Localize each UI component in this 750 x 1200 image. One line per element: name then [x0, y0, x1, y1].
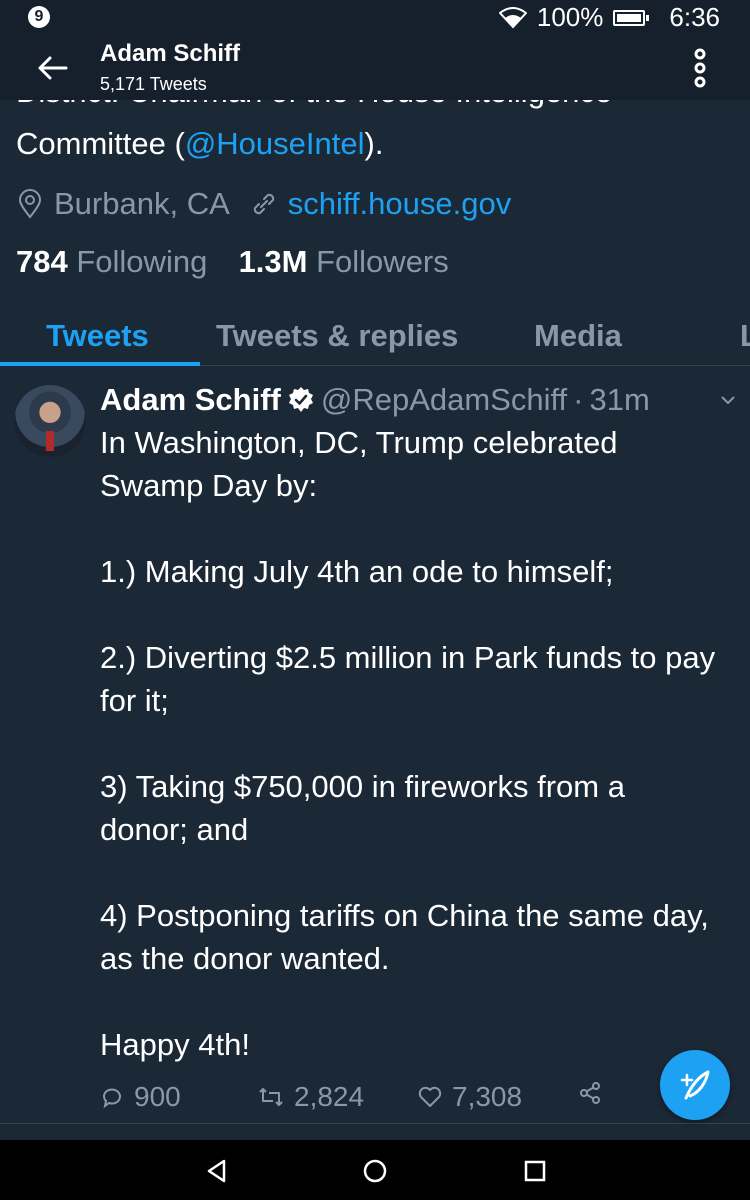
- heart-icon: [418, 1086, 442, 1107]
- tweet-paragraph: 2.) Diverting $2.5 million in Park funds…: [100, 640, 716, 718]
- nav-back-icon[interactable]: [204, 1158, 230, 1184]
- bio-line: Committee (@HouseIntel).: [16, 126, 383, 162]
- compose-feather-icon: [680, 1070, 710, 1100]
- tweet-paragraph: In Washington, DC, Trump celebrated Swam…: [100, 425, 618, 503]
- follow-counts: 784 Following 1.3M Followers: [16, 244, 449, 280]
- wifi-icon: [498, 6, 527, 28]
- tab-tweets-and-replies[interactable]: Tweets & replies: [216, 318, 458, 354]
- bio-mention-link[interactable]: @HouseIntel: [185, 126, 365, 161]
- compose-tweet-button[interactable]: [660, 1050, 730, 1120]
- reply-button[interactable]: 900: [100, 1081, 181, 1113]
- status-indicators: 100% 6:36: [498, 2, 720, 33]
- notification-count-badge: 9: [28, 6, 50, 28]
- system-nav-bar: [0, 1140, 750, 1200]
- tweet-item[interactable]: Adam Schiff @RepAdamSchiff · 31m In Wash…: [0, 366, 750, 1126]
- following-count[interactable]: 784: [16, 244, 68, 279]
- location-pin-icon: [18, 189, 42, 219]
- tab-tweets[interactable]: Tweets: [46, 318, 149, 354]
- tweet-actions: 900 2,824 7,308: [100, 1081, 620, 1121]
- chevron-down-icon[interactable]: [720, 394, 736, 406]
- separator-dot: ·: [573, 382, 584, 417]
- author-handle: @RepAdamSchiff: [320, 382, 568, 417]
- clock: 6:36: [669, 2, 720, 32]
- tweet-time: 31m: [589, 382, 650, 417]
- tab-media[interactable]: Media: [534, 318, 622, 354]
- following-label[interactable]: Following: [76, 244, 207, 279]
- like-button[interactable]: 7,308: [418, 1081, 522, 1113]
- more-options-icon[interactable]: [690, 46, 710, 90]
- tweet-paragraph: 4) Postponing tariffs on China the same …: [100, 898, 709, 976]
- nav-home-icon[interactable]: [362, 1158, 388, 1184]
- tweet-paragraph: 1.) Making July 4th an ode to himself;: [100, 554, 614, 589]
- profile-meta: Burbank, CA schiff.house.gov: [16, 186, 511, 222]
- reply-count: 900: [134, 1081, 181, 1112]
- retweet-icon: [259, 1088, 283, 1106]
- profile-title: Adam Schiff: [100, 40, 241, 67]
- tweet-count: 5,171 Tweets: [100, 74, 207, 94]
- bio-text-end: ).: [364, 126, 384, 161]
- battery-icon: [613, 9, 650, 26]
- tweet-paragraph: 3) Taking $750,000 in fireworks from a d…: [100, 769, 625, 847]
- bio-line-clipped: District. Chairman of the House Intellig…: [16, 100, 612, 114]
- retweet-count: 2,824: [294, 1081, 365, 1112]
- status-bar: 9 100% 6:36: [0, 0, 750, 36]
- tab-likes[interactable]: L: [740, 318, 750, 354]
- followers-label[interactable]: Followers: [316, 244, 449, 279]
- avatar[interactable]: [14, 385, 86, 457]
- like-count: 7,308: [452, 1081, 523, 1112]
- tweet-paragraph: Happy 4th!: [100, 1027, 250, 1062]
- share-icon: [580, 1082, 600, 1104]
- back-arrow-icon[interactable]: [34, 50, 70, 86]
- tweet-text: In Washington, DC, Trump celebrated Swam…: [100, 421, 720, 1109]
- verified-badge-icon: [288, 387, 313, 412]
- location-text: Burbank, CA: [54, 186, 230, 221]
- nav-recents-icon[interactable]: [522, 1158, 548, 1184]
- app-bar: Adam Schiff 5,171 Tweets: [0, 36, 750, 100]
- retweet-button[interactable]: 2,824: [258, 1081, 364, 1113]
- profile-tabs: Tweets Tweets & replies Media L: [0, 300, 750, 366]
- website-link[interactable]: schiff.house.gov: [288, 186, 511, 222]
- share-button[interactable]: [578, 1081, 602, 1105]
- link-icon: [253, 193, 274, 215]
- reply-icon: [103, 1088, 121, 1109]
- tweet-header: Adam Schiff @RepAdamSchiff · 31m: [100, 382, 650, 418]
- bio-text: Committee (: [16, 126, 185, 161]
- followers-count[interactable]: 1.3M: [239, 244, 308, 279]
- divider: [0, 1123, 750, 1124]
- author-name: Adam Schiff: [100, 382, 281, 417]
- battery-percent: 100%: [536, 2, 604, 32]
